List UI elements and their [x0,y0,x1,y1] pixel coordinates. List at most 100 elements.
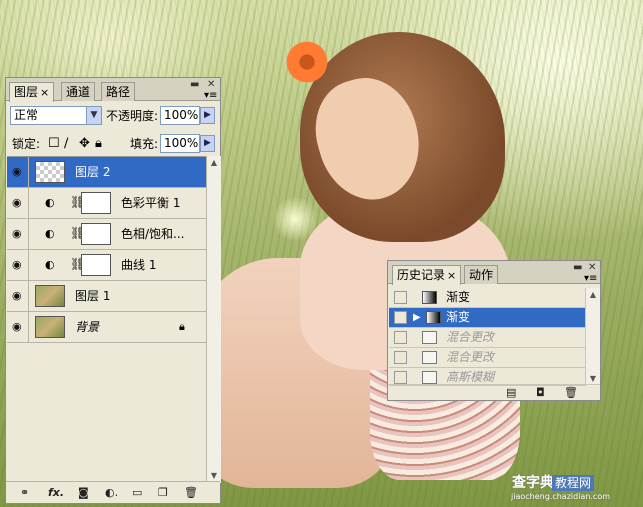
eye-icon[interactable]: ◉ [12,197,22,208]
history-snapshot-checkbox[interactable] [394,331,407,344]
visibility-cell: ◉ [7,250,29,280]
eye-icon[interactable]: ◉ [12,166,22,177]
layer-thumbnail [35,316,65,338]
document-icon [422,331,437,344]
layer-name: 色彩平衡 1 [121,196,181,210]
lock-position-move-icon[interactable]: ✥ [79,137,90,150]
panel-menu-icon[interactable]: ▾≡ [204,91,217,101]
layers-bottom-toolbar: ⚭ fx. ◙ ◐. ▭ ❐ 🗑︎ [6,481,220,503]
history-panel: 历史记录 × 动作 ▬ ✕ ▾≡ 渐变 ▶ 渐变 混合更改 混合更改 高斯模糊 … [387,260,601,401]
layer-name: 背景 [75,320,100,334]
tab-close-icon[interactable]: × [447,269,456,282]
tab-paths-label: 路径 [106,85,131,99]
document-icon [422,371,437,384]
lock-transparent-icon[interactable]: ☐ [48,137,60,150]
photo-light-glow [272,196,318,242]
tab-paths[interactable]: 路径 [101,82,136,101]
history-snapshot-checkbox[interactable] [394,371,407,384]
lock-paint-brush-icon[interactable]: ∕ [64,137,68,150]
visibility-cell: ◉ [7,312,29,342]
layers-tab-bar: 图层 × 通道 路径 ▬ ✕ ▾≡ [6,78,220,102]
eye-icon[interactable]: ◉ [12,259,22,270]
layer-name: 图层 2 [75,165,111,179]
layer-row[interactable]: ◉ 图层 2 [7,157,206,188]
history-state-label: 渐变 [446,310,471,324]
visibility-cell: ◉ [7,219,29,249]
tab-layers[interactable]: 图层 × [9,82,55,102]
layer-mask-thumbnail [81,192,111,214]
visibility-cell: ◉ [7,157,29,187]
opacity-input[interactable]: 100% [160,106,200,125]
blend-mode-select[interactable]: 正常 ▼ [10,106,102,125]
opacity-slider-arrow-icon[interactable]: ▶ [200,107,215,124]
layer-thumbnail [35,285,65,307]
minimize-icon[interactable]: ▬ [573,263,582,273]
close-icon[interactable]: ✕ [207,80,215,90]
layer-row[interactable]: ◉ ◐ ⛓ 色彩平衡 1 [7,188,206,219]
history-state[interactable]: 渐变 [389,288,585,308]
history-snapshot-checkbox[interactable] [394,311,407,324]
scroll-up-icon[interactable]: ▲ [207,156,221,170]
layer-style-fx-icon[interactable]: fx. [48,486,64,499]
tab-actions-label: 动作 [469,268,494,282]
new-adjustment-layer-icon[interactable]: ◐. [105,486,118,499]
gradient-tool-icon [422,291,437,304]
chevron-down-icon: ▼ [86,107,101,124]
eye-icon[interactable]: ◉ [12,290,22,301]
minimize-icon[interactable]: ▬ [190,80,199,90]
layer-mask-thumbnail [81,223,111,245]
layer-row[interactable]: ◉ ◐ ⛓ 曲线 1 [7,250,206,281]
camera-snapshot-icon[interactable]: ◘ [536,386,545,399]
lock-all-padlock-icon[interactable]: 🔒︎ [95,137,102,150]
history-scrollbar[interactable]: ▲ ▼ [585,288,600,386]
visibility-cell: ◉ [7,188,29,218]
trash-icon[interactable]: 🗑︎ [184,486,198,499]
tab-close-icon[interactable]: × [40,86,49,99]
tab-channels[interactable]: 通道 [61,82,96,101]
fill-value: 100% [164,136,199,150]
layer-row[interactable]: ◉ ◐ ⛓ 色相/饱和... [7,219,206,250]
tab-actions[interactable]: 动作 [464,265,499,284]
layer-name: 曲线 1 [121,258,157,272]
tab-channels-label: 通道 [66,85,91,99]
opacity-label: 不透明度: [106,109,159,123]
close-icon[interactable]: ✕ [588,263,596,273]
opacity-value: 100% [164,108,199,122]
layer-row[interactable]: ◉ 背景 🔒︎ [7,312,206,343]
layers-scrollbar[interactable]: ▲ ▼ [206,156,221,483]
new-layer-icon[interactable]: ❐ [158,486,168,499]
history-tab-bar: 历史记录 × 动作 ▬ ✕ ▾≡ [388,261,600,285]
adjustment-layer-icon: ◐ [45,227,55,240]
history-snapshot-checkbox[interactable] [394,351,407,364]
scroll-up-icon[interactable]: ▲ [586,288,600,302]
eye-icon[interactable]: ◉ [12,321,22,332]
layer-mask-thumbnail [81,254,111,276]
history-state-pointer-icon: ▶ [413,312,421,323]
link-layers-icon[interactable]: ⚭ [20,486,29,499]
layer-name: 色相/饱和... [121,227,185,241]
tab-history[interactable]: 历史记录 × [392,265,462,285]
history-state-label: 高斯模糊 [446,370,495,384]
tab-layers-label: 图层 [14,85,39,99]
new-document-from-state-icon[interactable]: ▤ [506,386,516,399]
watermark-text-1: 查字典 [512,475,554,491]
add-mask-icon[interactable]: ◙ [78,486,89,499]
history-state[interactable]: 混合更改 [389,348,585,368]
history-snapshot-checkbox[interactable] [394,291,407,304]
padlock-icon: 🔒︎ [179,320,185,333]
new-group-folder-icon[interactable]: ▭ [132,486,142,499]
eye-icon[interactable]: ◉ [12,228,22,239]
panel-menu-icon[interactable]: ▾≡ [584,274,597,284]
layer-row[interactable]: ◉ 图层 1 [7,281,206,312]
adjustment-layer-icon: ◐ [45,258,55,271]
tab-history-label: 历史记录 [397,268,446,282]
history-state[interactable]: ▶ 渐变 [389,308,585,328]
fill-slider-arrow-icon[interactable]: ▶ [200,135,215,152]
history-state-label: 渐变 [446,290,471,304]
history-state-label: 混合更改 [446,330,495,344]
fill-input[interactable]: 100% [160,134,200,153]
history-list: 渐变 ▶ 渐变 混合更改 混合更改 高斯模糊 [389,288,585,386]
history-state[interactable]: 混合更改 [389,328,585,348]
trash-icon[interactable]: 🗑︎ [564,386,578,399]
visibility-cell: ◉ [7,281,29,311]
